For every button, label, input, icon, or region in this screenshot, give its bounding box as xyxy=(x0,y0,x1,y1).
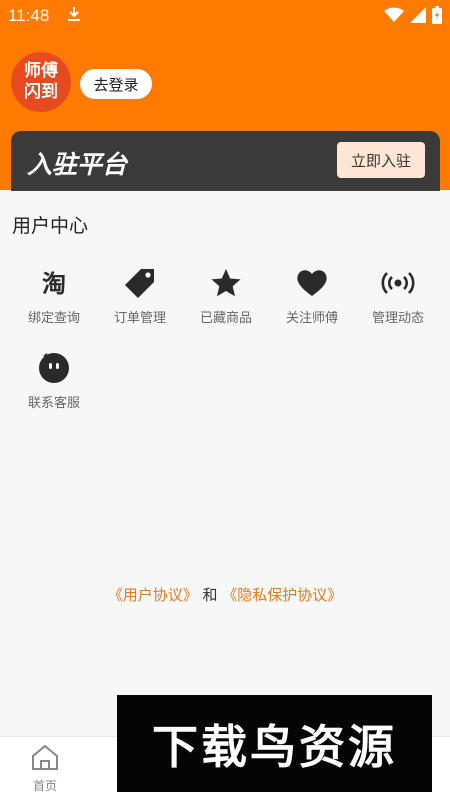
watermark: 下载鸟资源 xyxy=(117,695,432,792)
login-button[interactable]: 去登录 xyxy=(80,69,152,99)
star-icon xyxy=(208,265,244,301)
grid-item-label: 关注师傅 xyxy=(285,311,338,326)
download-icon xyxy=(68,7,80,21)
agreement-text: 《用户协议》 和 《隐私保护协议》 xyxy=(0,584,450,605)
grid-item-label: 绑定查询 xyxy=(27,311,80,326)
svg-text:淘: 淘 xyxy=(42,270,66,297)
grid-item-follow-master[interactable]: 关注师傅 xyxy=(269,265,355,335)
grid-item-label: 管理动态 xyxy=(371,311,424,326)
grid-item-saved-products[interactable]: 已藏商品 xyxy=(183,265,269,335)
logo-line2: 闪到 xyxy=(24,82,58,102)
taobao-icon: 淘 xyxy=(36,265,72,301)
heart-icon xyxy=(294,265,330,301)
broadcast-icon xyxy=(380,265,416,301)
home-icon xyxy=(32,744,58,770)
logo-line1: 师傅 xyxy=(24,61,58,81)
chat-bubble-icon xyxy=(36,350,72,386)
app-logo: 师傅 闪到 xyxy=(11,52,71,112)
grid-item-manage-activity[interactable]: 管理动态 xyxy=(355,265,441,335)
privacy-agreement-link[interactable]: 《隐私保护协议》 xyxy=(222,586,342,604)
tag-icon xyxy=(122,265,158,301)
grid-item-bind-query[interactable]: 淘 绑定查询 xyxy=(11,265,97,335)
signal-icon xyxy=(410,7,426,23)
grid-item-label: 订单管理 xyxy=(113,311,166,326)
platform-title: 入驻平台 xyxy=(27,150,128,179)
status-bar: 11:48 xyxy=(0,0,450,30)
status-time: 11:48 xyxy=(8,6,50,25)
wifi-icon xyxy=(384,7,404,22)
agreement-and: 和 xyxy=(202,586,218,604)
grid-item-label: 联系客服 xyxy=(27,396,80,411)
battery-icon xyxy=(432,6,442,24)
grid-item-label: 已藏商品 xyxy=(199,311,252,326)
user-agreement-link[interactable]: 《用户协议》 xyxy=(108,586,198,604)
user-center-title: 用户中心 xyxy=(12,215,89,237)
header-bar: 11:48 师傅 闪到 去登录 入驻平台 立即入驻 xyxy=(0,0,450,191)
nav-item-home[interactable]: 首页 xyxy=(0,743,90,794)
status-icons xyxy=(384,6,442,24)
nav-label-home: 首页 xyxy=(32,779,57,793)
join-now-button[interactable]: 立即入驻 xyxy=(337,142,425,178)
platform-banner: 入驻平台 立即入驻 xyxy=(11,131,440,191)
grid-item-order-management[interactable]: 订单管理 xyxy=(97,265,183,335)
grid-item-contact-service[interactable]: 联系客服 xyxy=(11,350,97,420)
